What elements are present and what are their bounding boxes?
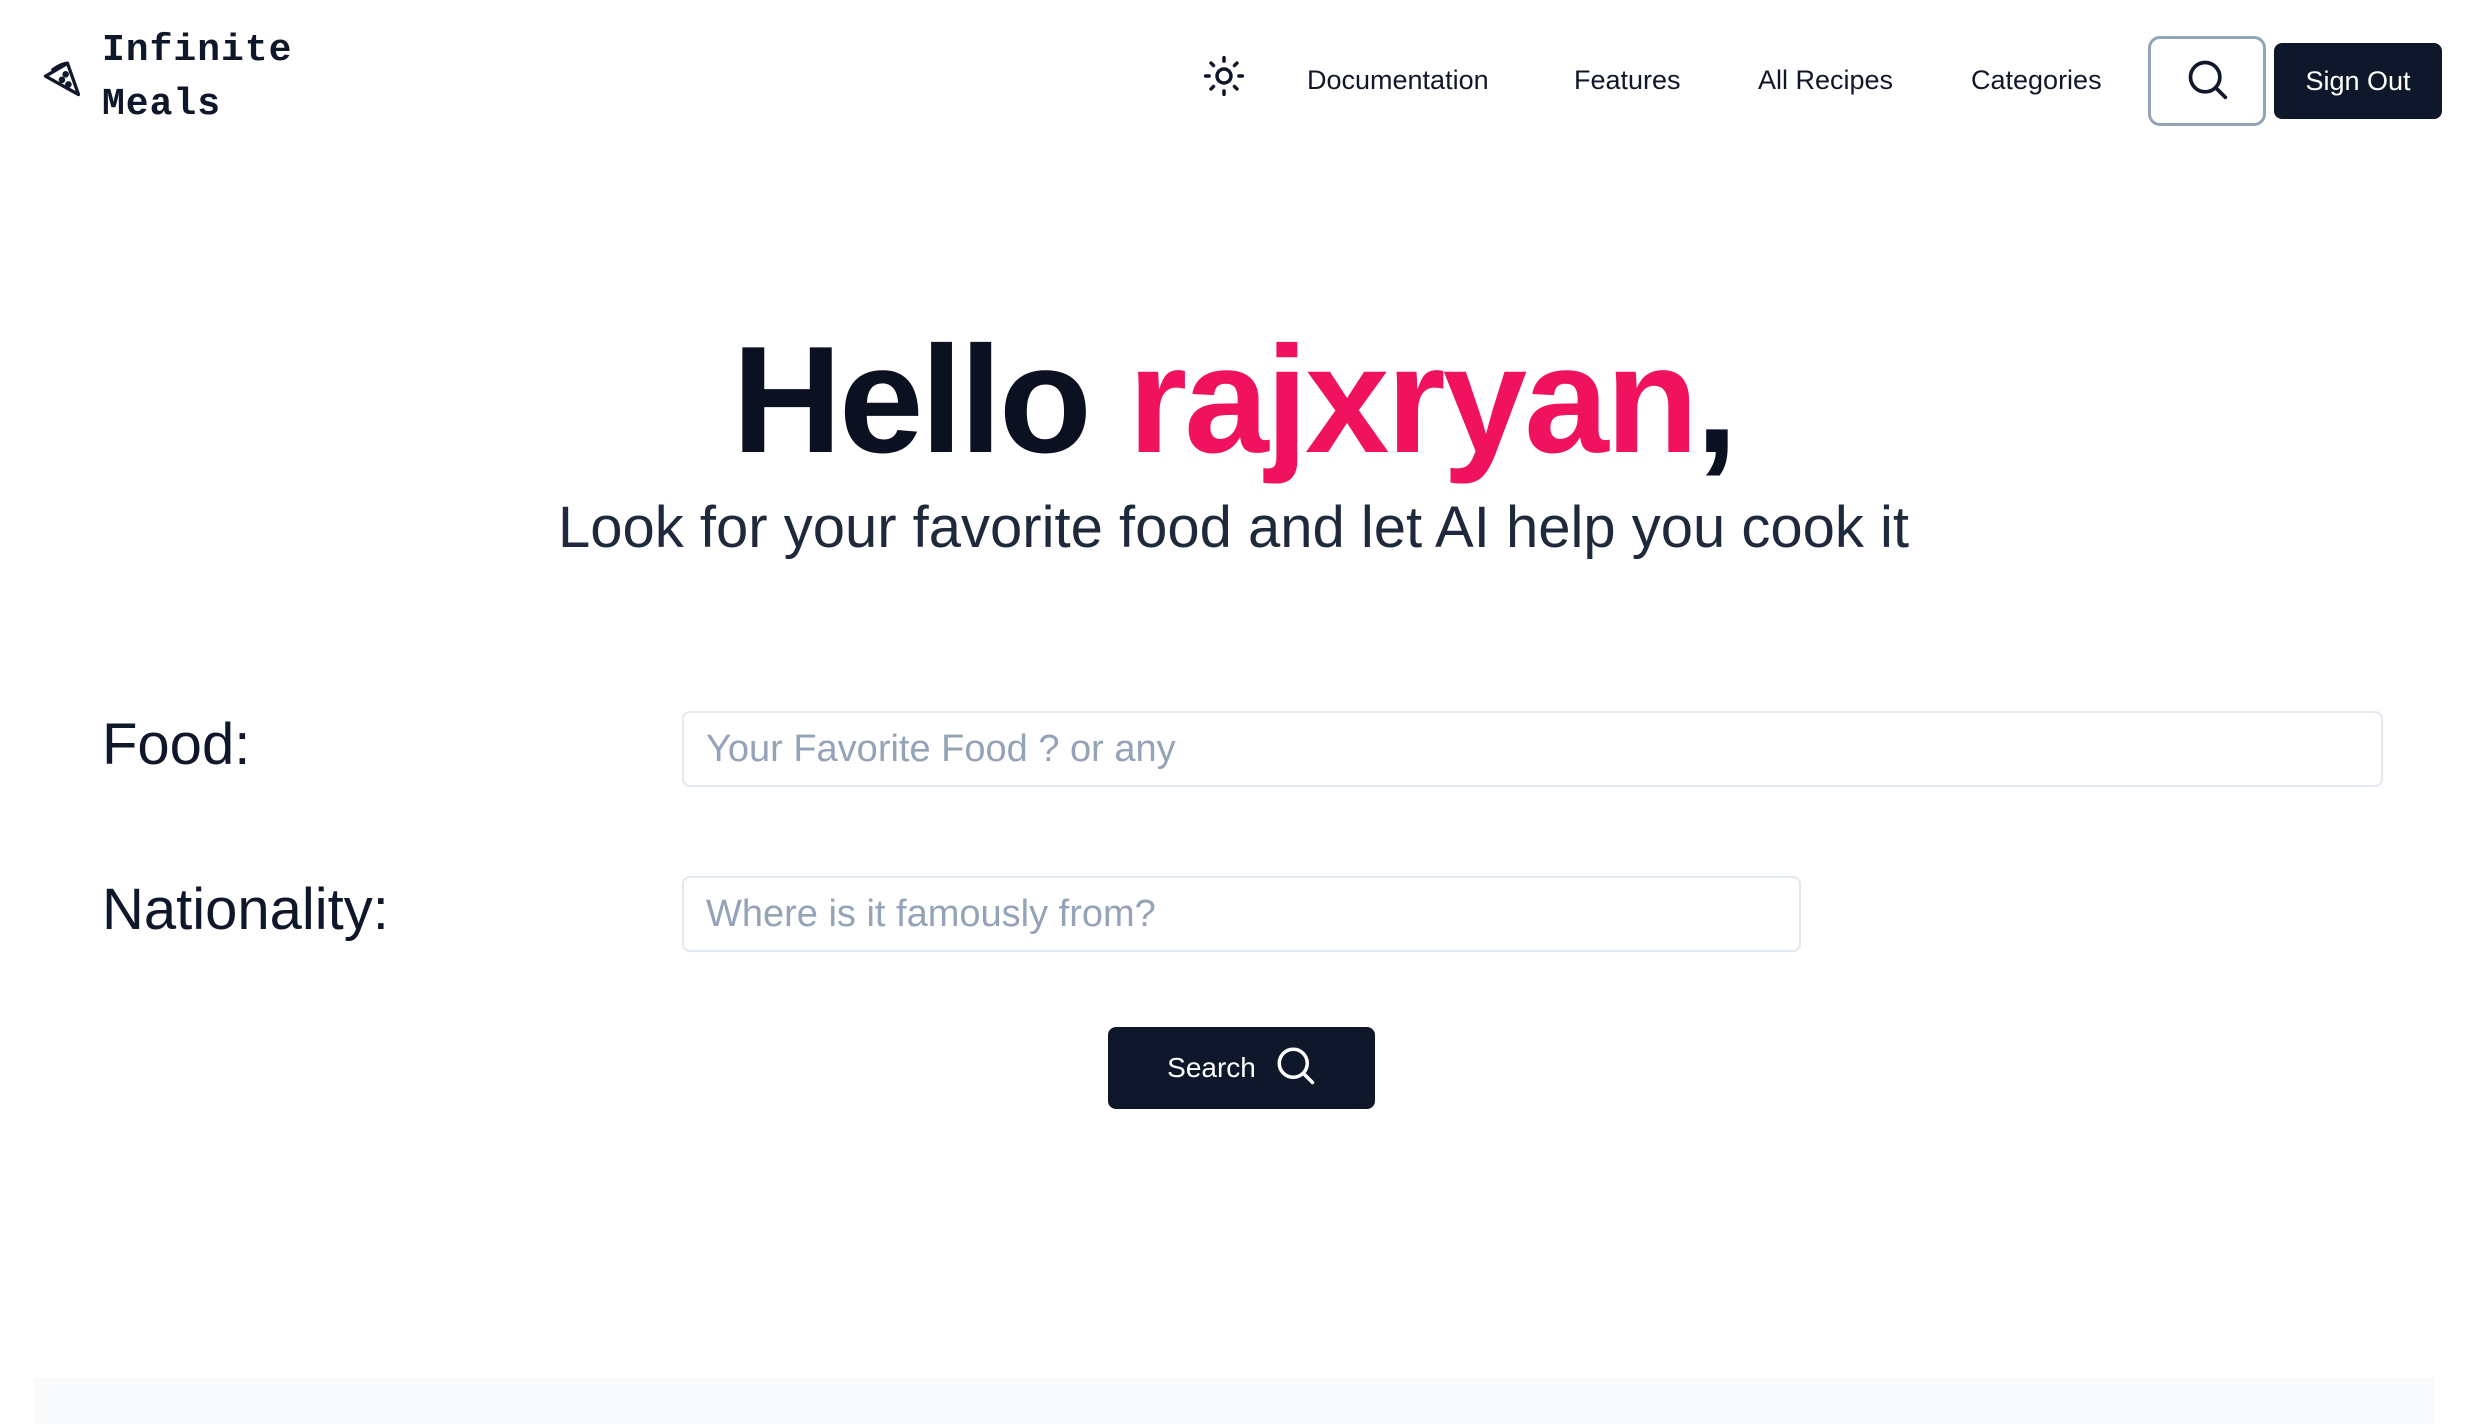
- header-search-button[interactable]: [2148, 36, 2266, 126]
- nav-categories-link[interactable]: Categories: [1971, 60, 2102, 100]
- greeting-text: Hello: [732, 315, 1092, 485]
- pizza-slice-icon: [40, 56, 84, 100]
- nationality-input[interactable]: [682, 876, 1801, 952]
- food-label: Food:: [102, 712, 251, 777]
- app-name: Infinite Meals: [102, 29, 293, 126]
- top-navbar: Infinite Meals Documentation Features Al…: [0, 0, 2467, 160]
- sign-out-button[interactable]: Sign Out: [2274, 43, 2442, 119]
- nav-all-recipes-link[interactable]: All Recipes: [1758, 60, 1893, 100]
- search-icon: [2185, 57, 2229, 106]
- sun-icon: [1203, 55, 1245, 102]
- username-text: rajxryan: [1128, 315, 1699, 485]
- search-icon: [1274, 1044, 1316, 1093]
- food-input[interactable]: [682, 711, 2383, 787]
- nationality-label: Nationality:: [102, 877, 389, 942]
- brand-logo-link[interactable]: Infinite Meals: [40, 24, 322, 132]
- theme-toggle-button[interactable]: [1200, 54, 1248, 102]
- search-button-label: Search: [1167, 1052, 1256, 1083]
- nav-documentation-link[interactable]: Documentation: [1307, 60, 1489, 100]
- nav-features-link[interactable]: Features: [1574, 60, 1681, 100]
- greeting-comma: ,: [1695, 315, 1738, 485]
- search-submit-button[interactable]: Search: [1108, 1027, 1375, 1109]
- hero-subtitle: Look for your favorite food and let AI h…: [558, 495, 1909, 560]
- hero-greeting: Hello rajxryan,: [0, 318, 2467, 483]
- footer-section: [34, 1378, 2434, 1424]
